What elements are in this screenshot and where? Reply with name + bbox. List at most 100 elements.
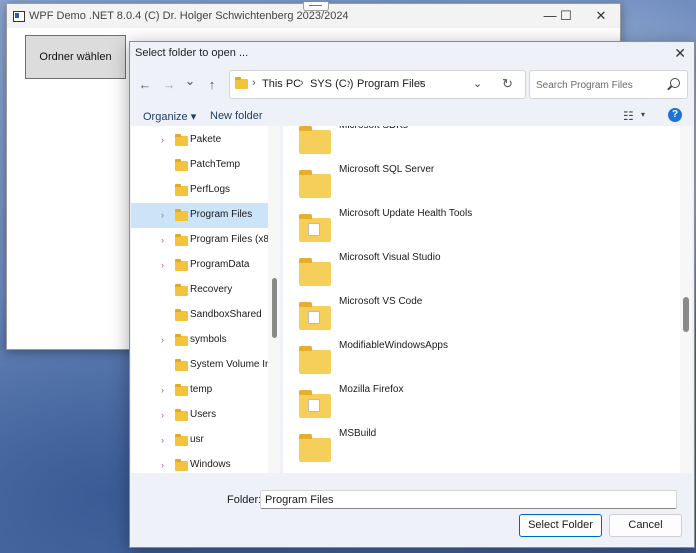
nav-item[interactable]: PerfLogs bbox=[131, 178, 268, 203]
back-arrow-icon[interactable]: ← bbox=[137, 77, 153, 92]
folder-item[interactable]: MSBuild bbox=[283, 424, 680, 468]
folder-icon bbox=[299, 258, 331, 286]
nav-item[interactable]: › Users bbox=[131, 403, 268, 428]
folder-picker-dialog: Select folder to open ... ✕ ← → ⌄ ↑ › Th… bbox=[129, 41, 695, 548]
folder-icon bbox=[175, 284, 188, 296]
view-options-icon[interactable]: ☷ bbox=[623, 109, 634, 123]
app-icon bbox=[13, 11, 25, 22]
folder-item[interactable]: Microsoft Visual Studio bbox=[283, 248, 680, 292]
content-scrollbar-thumb[interactable] bbox=[683, 297, 689, 332]
refresh-icon[interactable]: ↻ bbox=[502, 76, 513, 92]
breadcrumb-this-pc[interactable]: This PC bbox=[262, 78, 301, 90]
folder-name-input[interactable] bbox=[260, 490, 677, 509]
folder-icon bbox=[175, 209, 188, 221]
document-overlay-icon bbox=[308, 311, 320, 324]
folder-icon bbox=[299, 390, 331, 418]
chevron-right-icon[interactable]: › bbox=[161, 385, 164, 395]
folder-icon bbox=[299, 434, 331, 462]
folder-icon bbox=[235, 77, 248, 89]
nav-item[interactable]: › symbols bbox=[131, 328, 268, 353]
chevron-right-icon[interactable]: › bbox=[161, 260, 164, 270]
nav-item-label: Pakete bbox=[190, 134, 222, 145]
nav-item-label: PerfLogs bbox=[190, 184, 231, 195]
crumb-separator-icon[interactable]: › bbox=[419, 77, 423, 89]
nav-item[interactable]: › Windows bbox=[131, 453, 268, 473]
breadcrumb-program-files[interactable]: Program Files bbox=[357, 78, 425, 90]
address-dropdown-icon[interactable]: ⌄ bbox=[473, 77, 482, 90]
cancel-button[interactable]: Cancel bbox=[609, 514, 682, 537]
chevron-right-icon[interactable]: › bbox=[161, 210, 164, 220]
nav-item[interactable]: › Program Files (x86) bbox=[131, 228, 268, 253]
help-icon[interactable]: ? bbox=[668, 108, 682, 122]
folder-item[interactable]: Microsoft SQL Server bbox=[283, 160, 680, 204]
folder-icon bbox=[175, 384, 188, 396]
main-window-title: WPF Demo .NET 8.0.4 (C) Dr. Holger Schwi… bbox=[29, 10, 349, 22]
close-button[interactable]: ✕ bbox=[589, 8, 613, 24]
nav-item[interactable]: › ProgramData bbox=[131, 253, 268, 278]
crumb-separator-icon[interactable]: › bbox=[300, 77, 304, 89]
folder-icon bbox=[299, 126, 331, 154]
folder-icon bbox=[175, 409, 188, 421]
folder-name: ModifiableWindowsApps bbox=[339, 340, 448, 351]
nav-item[interactable]: System Volume Information bbox=[131, 353, 268, 378]
navigation-pane: › Pakete PatchTemp PerfLogs › Program Files › P… bbox=[131, 126, 268, 473]
view-caret-icon[interactable]: ▾ bbox=[641, 110, 645, 119]
folder-name: Microsoft VS Code bbox=[339, 296, 423, 307]
search-placeholder: Search Program Files bbox=[536, 80, 633, 91]
folder-name: Mozilla Firefox bbox=[339, 384, 404, 395]
search-input[interactable]: Search Program Files bbox=[529, 70, 688, 99]
ordner-waehlen-button[interactable]: Ordner wählen bbox=[25, 35, 126, 79]
crumb-separator-icon[interactable]: › bbox=[252, 77, 256, 89]
folder-name: Microsoft SDKs bbox=[339, 126, 408, 131]
nav-item-label: Program Files bbox=[190, 209, 253, 220]
document-overlay-icon bbox=[308, 223, 320, 236]
folder-name: Microsoft SQL Server bbox=[339, 164, 435, 175]
folder-item[interactable]: Microsoft Update Health Tools bbox=[283, 204, 680, 248]
new-folder-button[interactable]: New folder bbox=[210, 110, 263, 122]
snap-layout-handle[interactable] bbox=[303, 2, 329, 11]
nav-item[interactable]: PatchTemp bbox=[131, 153, 268, 178]
select-folder-button[interactable]: Select Folder bbox=[519, 514, 602, 537]
content-scrollbar[interactable] bbox=[680, 126, 692, 473]
chevron-right-icon[interactable]: › bbox=[161, 435, 164, 445]
nav-item[interactable]: SandboxShared bbox=[131, 303, 268, 328]
folder-item[interactable]: Microsoft VS Code bbox=[283, 292, 680, 336]
navigation-scrollbar-thumb[interactable] bbox=[272, 278, 277, 338]
nav-item[interactable]: › Pakete bbox=[131, 128, 268, 153]
maximize-button[interactable]: ☐ bbox=[554, 8, 578, 24]
nav-item-label: PatchTemp bbox=[190, 159, 241, 170]
folder-icon bbox=[299, 214, 331, 242]
chevron-right-icon[interactable]: › bbox=[161, 460, 164, 470]
address-bar[interactable]: › This PC › SYS (C:) › Program Files › ⌄… bbox=[229, 70, 526, 99]
crumb-separator-icon[interactable]: › bbox=[347, 77, 351, 89]
nav-item[interactable]: › usr bbox=[131, 428, 268, 453]
nav-item-label: symbols bbox=[190, 334, 227, 345]
chevron-right-icon[interactable]: › bbox=[161, 410, 164, 420]
nav-item[interactable]: › temp bbox=[131, 378, 268, 403]
organize-button[interactable]: Organize ▾ bbox=[143, 110, 196, 123]
dialog-close-icon[interactable]: ✕ bbox=[674, 45, 686, 62]
chevron-right-icon[interactable]: › bbox=[161, 335, 164, 345]
recent-locations-chevron-icon[interactable]: ⌄ bbox=[182, 73, 198, 89]
up-arrow-icon[interactable]: ↑ bbox=[204, 77, 220, 92]
nav-item[interactable]: › Program Files bbox=[131, 203, 268, 228]
navigation-scrollbar[interactable] bbox=[268, 126, 280, 473]
folder-item[interactable]: ModifiableWindowsApps bbox=[283, 336, 680, 380]
folder-item[interactable]: Mozilla Firefox bbox=[283, 380, 680, 424]
document-overlay-icon bbox=[308, 399, 320, 412]
nav-item-label: SandboxShared bbox=[190, 309, 262, 320]
search-icon[interactable] bbox=[670, 78, 680, 88]
folder-icon bbox=[175, 334, 188, 346]
folder-icon bbox=[175, 359, 188, 371]
folder-name: MSBuild bbox=[339, 428, 377, 439]
folder-icon bbox=[299, 302, 331, 330]
forward-arrow-icon[interactable]: → bbox=[161, 77, 177, 92]
nav-item[interactable]: Recovery bbox=[131, 278, 268, 303]
folder-icon bbox=[175, 459, 188, 471]
folder-icon bbox=[175, 134, 188, 146]
chevron-right-icon[interactable]: › bbox=[161, 235, 164, 245]
folder-icon bbox=[175, 234, 188, 246]
folder-item[interactable]: Microsoft SDKs bbox=[283, 126, 680, 160]
chevron-right-icon[interactable]: › bbox=[161, 135, 164, 145]
folder-name: Microsoft Update Health Tools bbox=[339, 208, 473, 219]
